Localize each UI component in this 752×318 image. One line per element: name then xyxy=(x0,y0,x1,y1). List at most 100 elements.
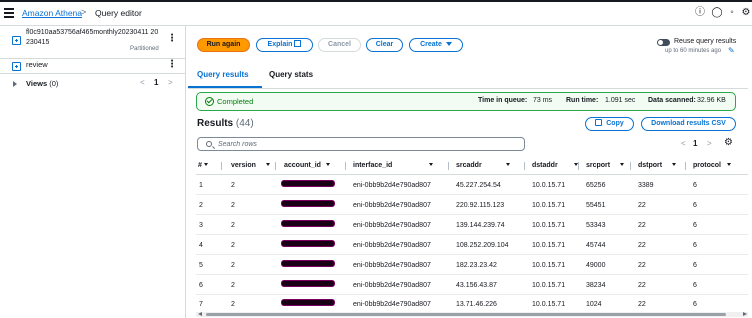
download-results-csv-button[interactable]: Download results CSV xyxy=(641,117,736,131)
cell-version: 2 xyxy=(231,202,235,209)
tab-query-stats[interactable]: Query stats xyxy=(269,70,313,79)
status-completed: Completed xyxy=(217,97,254,106)
column-divider[interactable] xyxy=(578,162,579,170)
time-in-queue-label: Time in queue: xyxy=(478,97,528,104)
info-icon[interactable]: ⓘ xyxy=(694,7,706,19)
results-page-number[interactable]: 1 xyxy=(693,139,697,148)
views-page-number[interactable]: 1 xyxy=(154,78,158,87)
clear-button[interactable]: Clear xyxy=(366,38,403,52)
column-divider[interactable] xyxy=(345,162,346,170)
cancel-button[interactable]: Cancel xyxy=(318,38,361,52)
cell-dstaddr: 10.0.15.71 xyxy=(532,222,566,229)
settings-icon[interactable]: ⚙ xyxy=(740,7,752,19)
cell-dstport: 22 xyxy=(638,301,646,308)
cell-protocol: 6 xyxy=(693,301,697,308)
expand-plus-icon[interactable] xyxy=(12,36,21,45)
cell-srcaddr: 13.71.46.226 xyxy=(456,301,497,308)
column-divider[interactable] xyxy=(630,162,631,170)
breadcrumb-athena-link[interactable]: Amazon Athena xyxy=(22,8,82,18)
cell-dstaddr: 10.0.15.71 xyxy=(532,301,566,308)
redacted-account-id xyxy=(282,181,334,186)
edit-pencil-icon[interactable]: ✎ xyxy=(728,47,736,55)
explain-button[interactable]: Explain xyxy=(256,38,313,52)
reuse-results-toggle[interactable] xyxy=(657,39,670,46)
data-scanned-label: Data scanned: xyxy=(648,97,696,104)
column-header-dstport[interactable]: dstport xyxy=(638,162,677,169)
cell-dstaddr: 10.0.15.71 xyxy=(532,182,566,189)
cell-dstaddr: 10.0.15.71 xyxy=(532,242,566,249)
divider xyxy=(0,73,185,74)
column-divider[interactable] xyxy=(524,162,525,170)
column-divider[interactable] xyxy=(275,162,276,170)
redacted-account-id xyxy=(282,241,334,246)
column-divider[interactable] xyxy=(448,162,449,170)
results-next-page-button[interactable]: > xyxy=(707,139,712,148)
table-header: # version account_id interface_id srcadd… xyxy=(196,160,748,174)
table-row[interactable]: 3 2 eni-0bb9b2d4e790ad807 139.144.239.74… xyxy=(196,215,748,235)
cell-number: 3 xyxy=(199,222,203,229)
column-header-srcport[interactable]: srcport xyxy=(586,162,625,169)
views-label: Views xyxy=(26,79,48,88)
table-preferences-gear-icon[interactable]: ⚙ xyxy=(724,138,733,148)
views-next-page-button[interactable]: > xyxy=(168,78,173,87)
column-header-interface-id[interactable]: interface_id xyxy=(353,162,434,169)
cell-version: 2 xyxy=(231,182,235,189)
column-label: srcaddr xyxy=(456,162,482,169)
review-expand-icon[interactable] xyxy=(12,62,21,71)
column-header-protocol[interactable]: protocol xyxy=(693,162,731,169)
views-count: (0) xyxy=(49,79,59,88)
run-time-value: 1.091 sec xyxy=(605,97,636,104)
scroll-left-icon[interactable] xyxy=(198,312,202,316)
table-row[interactable]: 6 2 eni-0bb9b2d4e790ad807 43.156.43.87 1… xyxy=(196,275,748,295)
scroll-right-icon[interactable] xyxy=(743,312,747,316)
caret-right-icon[interactable] xyxy=(13,81,17,87)
sort-icon xyxy=(505,163,510,166)
column-header-number[interactable]: # xyxy=(198,162,208,169)
cell-srcaddr: 220.92.115.123 xyxy=(456,202,505,209)
column-header-account-id[interactable]: account_id xyxy=(284,162,330,169)
column-divider[interactable] xyxy=(221,162,222,170)
column-header-version[interactable]: version xyxy=(231,162,270,169)
column-header-srcaddr[interactable]: srcaddr xyxy=(456,162,510,169)
copy-button[interactable]: Copy xyxy=(585,117,634,131)
breadcrumb-current: Query editor xyxy=(95,8,142,18)
data-scanned-value: 32.96 KB xyxy=(697,97,726,104)
results-prev-page-button[interactable]: < xyxy=(681,139,686,148)
horizontal-scrollbar[interactable] xyxy=(196,312,748,317)
menu-icon[interactable] xyxy=(4,8,14,18)
table-row[interactable]: 5 2 eni-0bb9b2d4e790ad807 182.23.23.42 1… xyxy=(196,255,748,275)
run-again-button[interactable]: Run again xyxy=(197,38,250,52)
sort-icon xyxy=(203,163,208,166)
database-actions-kebab-icon[interactable]: ⋮ xyxy=(167,34,177,44)
views-section[interactable]: Views (0) xyxy=(26,79,58,88)
cell-interface-id: eni-0bb9b2d4e790ad807 xyxy=(353,282,431,289)
cell-interface-id: eni-0bb9b2d4e790ad807 xyxy=(353,242,431,249)
create-dropdown-button[interactable]: Create xyxy=(409,38,463,52)
tab-query-results[interactable]: Query results xyxy=(197,70,249,79)
search-icon xyxy=(206,141,212,147)
cell-dstport: 22 xyxy=(638,282,646,289)
search-rows-input[interactable] xyxy=(218,139,518,149)
help-icon[interactable]: ◯ xyxy=(711,7,723,19)
database-item[interactable]: fl0c910aa53756af465monthly20230411 20230… xyxy=(0,26,185,58)
scrollbar-thumb[interactable] xyxy=(206,313,726,316)
copy-icon xyxy=(595,119,603,126)
review-actions-kebab-icon[interactable]: ⋮ xyxy=(167,60,177,70)
cell-number: 6 xyxy=(199,282,203,289)
results-title: Results xyxy=(197,118,234,129)
views-prev-page-button[interactable]: < xyxy=(140,78,145,87)
table-row[interactable]: 4 2 eni-0bb9b2d4e790ad807 108.252.209.10… xyxy=(196,235,748,255)
copy-label: Copy xyxy=(606,120,624,127)
column-divider[interactable] xyxy=(685,162,686,170)
search-rows-field[interactable] xyxy=(197,137,525,151)
table-row[interactable]: 7 2 eni-0bb9b2d4e790ad807 13.71.46.226 1… xyxy=(196,294,748,312)
cell-protocol: 6 xyxy=(693,182,697,189)
table-row[interactable]: 1 2 eni-0bb9b2d4e790ad807 45.227.254.54 … xyxy=(196,175,748,195)
review-table-item[interactable]: review xyxy=(26,60,48,69)
notifications-icon[interactable]: ◦ xyxy=(726,7,738,19)
column-label: dstaddr xyxy=(532,162,558,169)
column-header-dstaddr[interactable]: dstaddr xyxy=(532,162,578,169)
table-row[interactable]: 2 2 eni-0bb9b2d4e790ad807 220.92.115.123… xyxy=(196,195,748,215)
caret-down-icon xyxy=(445,42,452,46)
results-count: (44) xyxy=(235,118,254,129)
